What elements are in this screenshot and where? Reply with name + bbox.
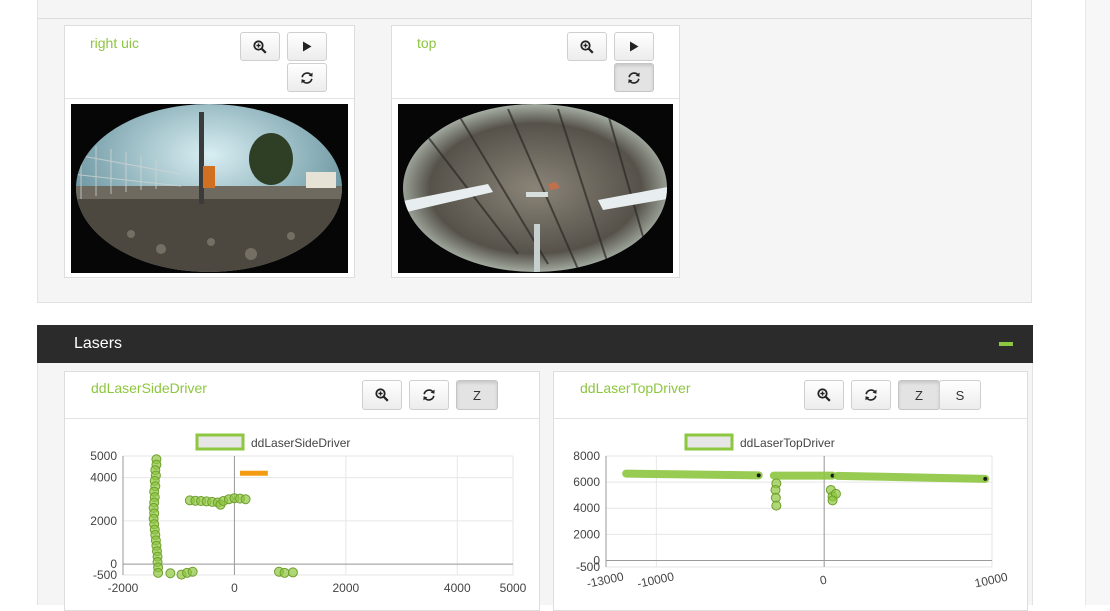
y-tick-label: 6000 (573, 475, 600, 489)
x-tick-label: 2000 (333, 581, 360, 595)
y-tick-label: 0 (593, 553, 600, 567)
data-point-marker (983, 476, 988, 481)
data-point (287, 567, 298, 578)
data-segment (622, 469, 763, 480)
zoom-in-icon (375, 388, 389, 402)
collapse-icon[interactable] (999, 342, 1013, 346)
chart-top-driver: ddLaserTopDriver-13000 -10000 0 10000800060… (573, 433, 1009, 591)
laser-card-top-driver: ddLaserTopDriver Z S ddLaserTopDriver -13… (553, 371, 1028, 611)
legend-swatch (684, 433, 734, 451)
y-tick-label: 5000 (90, 449, 117, 463)
y-tick-label: 4000 (90, 471, 117, 485)
camera-image-right-uic (71, 104, 348, 273)
zoom-button[interactable] (362, 380, 402, 410)
legend-swatch (195, 433, 245, 451)
lasers-panel-body: ddLaserSideDriver Z ddLaserSideDriver -20… (37, 363, 1033, 611)
camera-card-header: right uic (65, 26, 354, 99)
data-point (165, 568, 176, 579)
camera-image-top (398, 104, 673, 273)
camera-title: right uic (90, 35, 140, 51)
lasers-panel-title: Lasers (74, 335, 123, 352)
y-tick-label: 2000 (573, 527, 600, 541)
zoom-in-icon (580, 39, 594, 54)
legend-label: ddLaserSideDriver (251, 436, 350, 450)
x-tick-label: 0 (231, 581, 238, 595)
z-toggle-button[interactable]: Z (456, 380, 498, 410)
refresh-button[interactable] (409, 380, 449, 410)
zoom-in-icon (817, 388, 831, 402)
data-point (240, 494, 251, 505)
play-icon (302, 41, 312, 52)
data-point (771, 500, 782, 511)
camera-title: top (417, 35, 437, 51)
laser-card-side-driver: ddLaserSideDriver Z ddLaserSideDriver -20… (64, 371, 540, 611)
y-tick-label: -500 (93, 568, 117, 582)
legend-label: ddLaserTopDriver (740, 436, 835, 450)
refresh-button[interactable] (287, 63, 327, 92)
grid (122, 455, 514, 576)
laser-card-header: ddLaserSideDriver Z (65, 372, 539, 419)
z-toggle-button[interactable]: Z (898, 380, 940, 410)
data-point (279, 567, 290, 578)
cameras-panel: right uic top (37, 0, 1032, 303)
lasers-panel-header: Lasers (37, 325, 1033, 363)
zoom-button[interactable] (804, 380, 844, 410)
data-point-marker (756, 473, 761, 478)
camera-card-right-uic: right uic (64, 25, 355, 278)
x-tick-label: -2000 (108, 581, 139, 595)
refresh-icon (422, 388, 436, 402)
play-button[interactable] (287, 32, 327, 61)
right-gutter (1085, 0, 1110, 605)
refresh-button[interactable] (851, 380, 891, 410)
x-tick-label: 0 (819, 572, 829, 587)
zoom-button[interactable] (567, 32, 607, 61)
data-point (153, 567, 164, 578)
zoom-button[interactable] (240, 32, 280, 61)
x-tick-label: -10000 (636, 569, 676, 591)
x-tick-label: 4000 (444, 581, 471, 595)
camera-card-top: top (391, 25, 680, 278)
camera-card-header: top (392, 26, 679, 99)
data-point (187, 566, 198, 577)
y-tick-label: 8000 (573, 449, 600, 463)
data-point (827, 495, 838, 506)
laser-card-title: ddLaserSideDriver (91, 380, 207, 396)
x-tick-label: 5000 (500, 581, 527, 595)
y-tick-label: 4000 (573, 501, 600, 515)
x-tick-label: 10000 (973, 570, 1009, 591)
play-icon (629, 41, 639, 52)
s-toggle-button[interactable]: S (939, 380, 981, 410)
chart-side-driver: ddLaserSideDriver -2000 0 2000 4000 5000 5000 4… (90, 433, 527, 595)
laser-card-title: ddLaserTopDriver (580, 380, 691, 396)
refresh-icon (864, 388, 878, 402)
refresh-icon (300, 71, 314, 85)
refresh-icon (627, 71, 641, 85)
y-tick-label: 2000 (90, 514, 117, 528)
panel-divider (38, 18, 1031, 19)
play-button[interactable] (614, 32, 654, 61)
data-segment (833, 471, 990, 483)
zoom-in-icon (253, 39, 267, 54)
refresh-button[interactable] (614, 63, 654, 92)
laser-card-header: ddLaserTopDriver Z S (554, 372, 1027, 419)
